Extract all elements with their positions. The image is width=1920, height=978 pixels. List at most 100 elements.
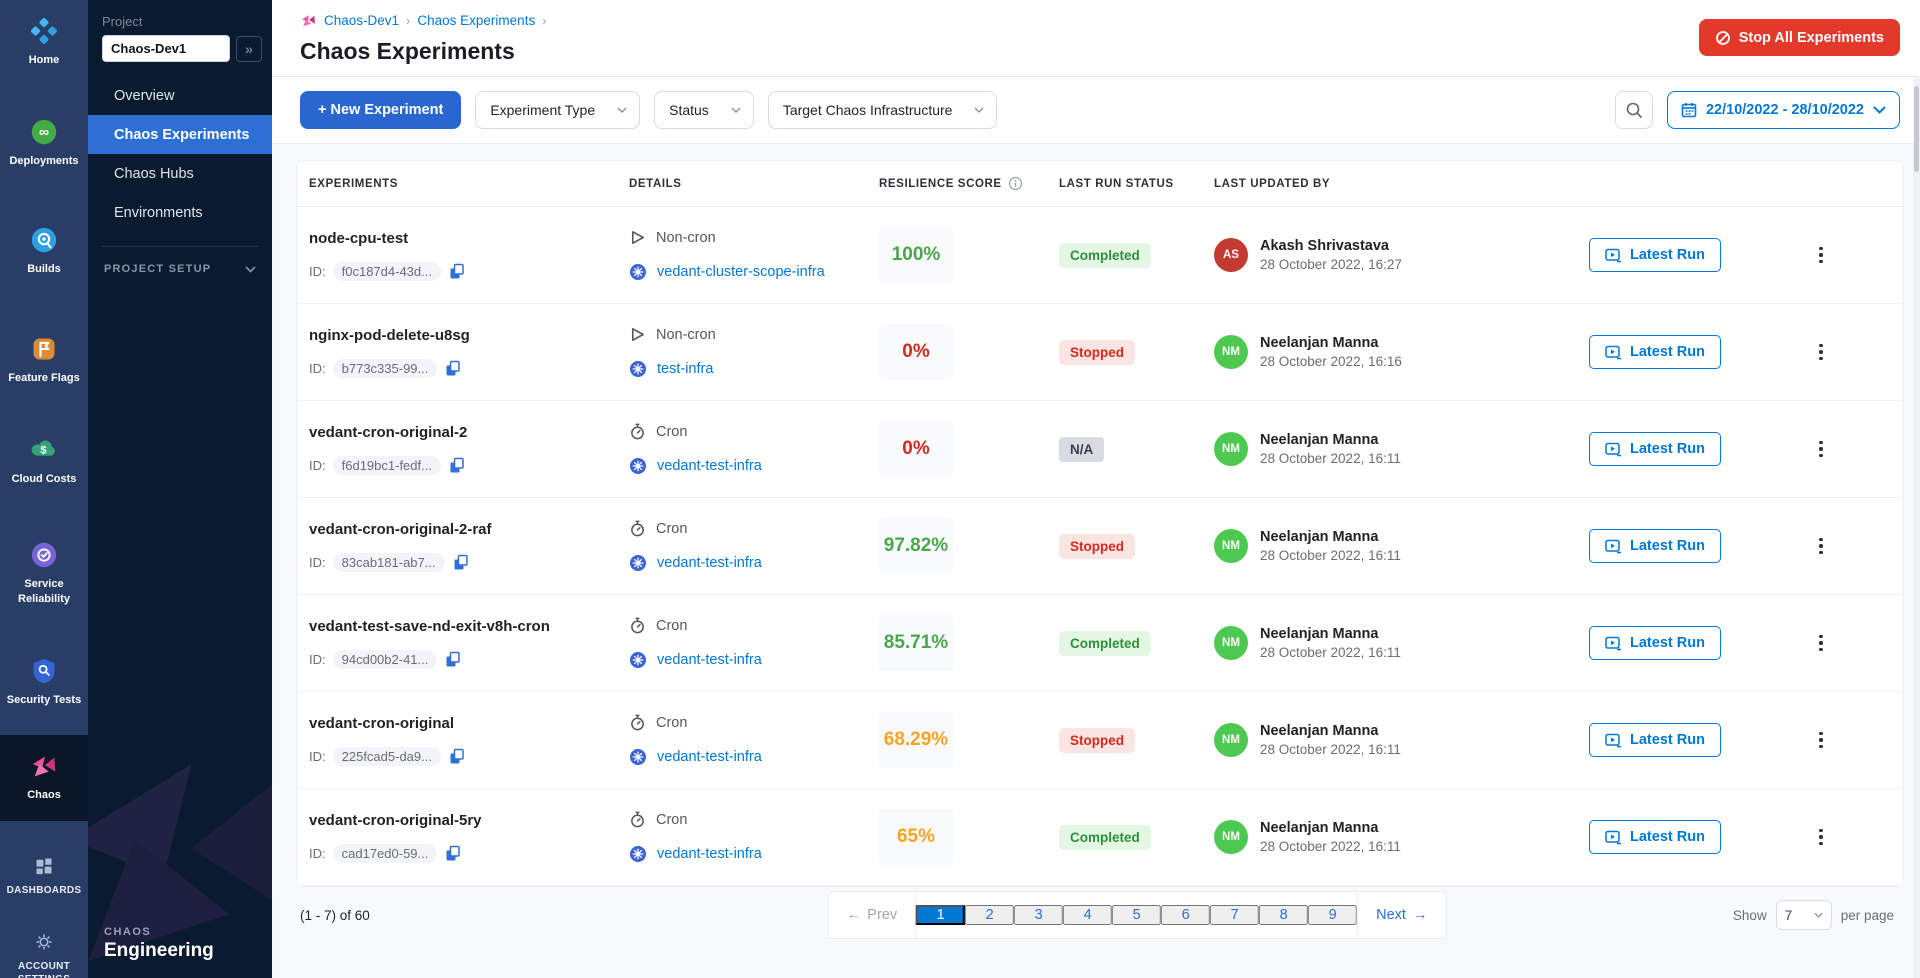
- experiment-name[interactable]: vedant-test-save-nd-exit-v8h-cron: [309, 618, 629, 635]
- rail-item-feature-flags[interactable]: Feature Flags: [0, 322, 88, 397]
- infrastructure-link[interactable]: vedant-test-infra: [657, 458, 762, 474]
- info-icon[interactable]: [1008, 176, 1023, 191]
- row-menu-kebab-icon[interactable]: [1813, 726, 1829, 755]
- row-menu-kebab-icon[interactable]: [1813, 532, 1829, 561]
- copy-icon: [444, 845, 461, 862]
- infrastructure-link[interactable]: vedant-cluster-scope-infra: [657, 264, 825, 280]
- copy-id-button[interactable]: [444, 360, 461, 377]
- latest-run-button[interactable]: Latest Run: [1589, 820, 1721, 854]
- experiment-name[interactable]: vedant-cron-original-2-raf: [309, 521, 629, 538]
- rail-item-deployments[interactable]: ∞ Deployments: [0, 105, 88, 180]
- cron-icon: [629, 714, 646, 731]
- resilience-score-cell: 97.82%: [879, 518, 1059, 574]
- non-cron-icon: [629, 229, 646, 246]
- row-menu-kebab-icon[interactable]: [1813, 435, 1829, 464]
- row-menu-kebab-icon[interactable]: [1813, 629, 1829, 658]
- copy-id-button[interactable]: [444, 651, 461, 668]
- project-select-input[interactable]: Chaos-Dev1: [102, 35, 230, 62]
- infrastructure-icon: [629, 554, 647, 572]
- sidebar-collapse-button[interactable]: »: [236, 36, 262, 62]
- rail-item-security-tests[interactable]: Security Tests: [0, 644, 88, 719]
- calendar-icon: [1681, 102, 1697, 118]
- copy-id-button[interactable]: [452, 554, 469, 571]
- latest-run-button[interactable]: Latest Run: [1589, 529, 1721, 563]
- rail-item-label: Service Reliability: [3, 577, 85, 606]
- rail-item-dashboards[interactable]: DASHBOARDS: [0, 843, 88, 909]
- sidebar-item-overview[interactable]: Overview: [88, 76, 272, 115]
- latest-run-button[interactable]: Latest Run: [1589, 723, 1721, 757]
- infrastructure-link[interactable]: test-infra: [657, 361, 713, 377]
- copy-id-button[interactable]: [448, 748, 465, 765]
- page-number-button[interactable]: 7: [1210, 905, 1259, 925]
- experiment-name[interactable]: nginx-pod-delete-u8sg: [309, 327, 629, 344]
- sidebar-item-chaos-hubs[interactable]: Chaos Hubs: [88, 154, 272, 193]
- infrastructure-link[interactable]: vedant-test-infra: [657, 652, 762, 668]
- breadcrumb-link-experiments[interactable]: Chaos Experiments: [417, 13, 535, 28]
- latest-run-button[interactable]: Latest Run: [1589, 626, 1721, 660]
- vertical-scrollbar[interactable]: [1913, 78, 1920, 978]
- row-menu-kebab-icon[interactable]: [1813, 338, 1829, 367]
- deployments-icon: ∞: [29, 117, 59, 147]
- filter-experiment-type[interactable]: Experiment Type: [475, 91, 640, 129]
- filter-target-infrastructure[interactable]: Target Chaos Infrastructure: [768, 91, 998, 129]
- page-number-button[interactable]: 6: [1161, 905, 1210, 925]
- page-number-button[interactable]: 9: [1308, 905, 1357, 925]
- latest-run-button[interactable]: Latest Run: [1589, 335, 1721, 369]
- rail-item-chaos[interactable]: Chaos: [0, 735, 88, 820]
- project-setup-toggle[interactable]: PROJECT SETUP: [88, 247, 272, 275]
- experiment-name[interactable]: vedant-cron-original-2: [309, 424, 629, 441]
- page-number-button[interactable]: 1: [916, 905, 965, 925]
- stop-all-experiments-button[interactable]: Stop All Experiments: [1699, 19, 1900, 56]
- id-prefix-label: ID:: [309, 361, 326, 376]
- row-actions-cell: [1739, 629, 1903, 658]
- schedule-type-label: Non-cron: [656, 230, 716, 246]
- copy-id-button[interactable]: [448, 457, 465, 474]
- page-number-button[interactable]: 8: [1259, 905, 1308, 925]
- latest-run-button[interactable]: Latest Run: [1589, 432, 1721, 466]
- chevron-down-icon: [731, 107, 741, 113]
- status-badge: Stopped: [1059, 340, 1135, 365]
- rail-item-label: Home: [29, 53, 60, 67]
- row-menu-kebab-icon[interactable]: [1813, 823, 1829, 852]
- rail-item-cloud-costs[interactable]: $ Cloud Costs: [0, 423, 88, 498]
- breadcrumb-link-project[interactable]: Chaos-Dev1: [324, 13, 399, 28]
- table-header-row: EXPERIMENTS DETAILS RESILIENCE SCORE LAS…: [297, 161, 1903, 207]
- sidebar-item-chaos-experiments[interactable]: Chaos Experiments: [88, 115, 272, 154]
- scrollbar-thumb[interactable]: [1914, 86, 1919, 172]
- sidebar-item-environments[interactable]: Environments: [88, 193, 272, 232]
- experiment-name[interactable]: vedant-cron-original: [309, 715, 629, 732]
- prev-page-button[interactable]: ← Prev: [829, 892, 915, 938]
- last-updated-by-cell: NM Neelanjan Manna 28 October 2022, 16:1…: [1214, 820, 1589, 854]
- row-menu-kebab-icon[interactable]: [1813, 241, 1829, 270]
- copy-id-button[interactable]: [448, 263, 465, 280]
- experiment-name[interactable]: node-cpu-test: [309, 230, 629, 247]
- user-name: Neelanjan Manna: [1260, 626, 1401, 642]
- experiment-name[interactable]: vedant-cron-original-5ry: [309, 812, 629, 829]
- last-run-status-cell: Completed: [1059, 243, 1214, 268]
- page-number-button[interactable]: 2: [965, 905, 1014, 925]
- row-actions-cell: [1739, 338, 1903, 367]
- rail-item-builds[interactable]: Builds: [0, 213, 88, 288]
- latest-run-button[interactable]: Latest Run: [1589, 238, 1721, 272]
- page-number-button[interactable]: 3: [1014, 905, 1063, 925]
- new-experiment-button[interactable]: + New Experiment: [300, 91, 461, 129]
- rail-item-account-settings[interactable]: ACCOUNT SETTINGS: [0, 919, 88, 978]
- module-rail: Home ∞ Deployments Builds Feature Flags …: [0, 0, 88, 978]
- copy-id-button[interactable]: [444, 845, 461, 862]
- next-page-button[interactable]: Next →: [1357, 892, 1445, 938]
- page-number-button[interactable]: 4: [1063, 905, 1112, 925]
- latest-run-cell: Latest Run: [1589, 820, 1739, 854]
- filter-status[interactable]: Status: [654, 91, 754, 129]
- infrastructure-link[interactable]: vedant-test-infra: [657, 846, 762, 862]
- date-range-picker[interactable]: 22/10/2022 - 28/10/2022: [1667, 91, 1900, 129]
- rail-item-home[interactable]: Home: [0, 4, 88, 79]
- latest-run-label: Latest Run: [1630, 732, 1705, 748]
- infrastructure-link[interactable]: vedant-test-infra: [657, 749, 762, 765]
- search-button[interactable]: [1615, 91, 1653, 129]
- page-number-button[interactable]: 5: [1112, 905, 1161, 925]
- rail-item-service-reliability[interactable]: Service Reliability: [0, 528, 88, 618]
- experiment-cell: nginx-pod-delete-u8sg ID: b773c335-99...: [309, 327, 629, 378]
- chevron-down-icon: [1873, 106, 1886, 114]
- infrastructure-link[interactable]: vedant-test-infra: [657, 555, 762, 571]
- page-size-select[interactable]: 7: [1776, 900, 1832, 930]
